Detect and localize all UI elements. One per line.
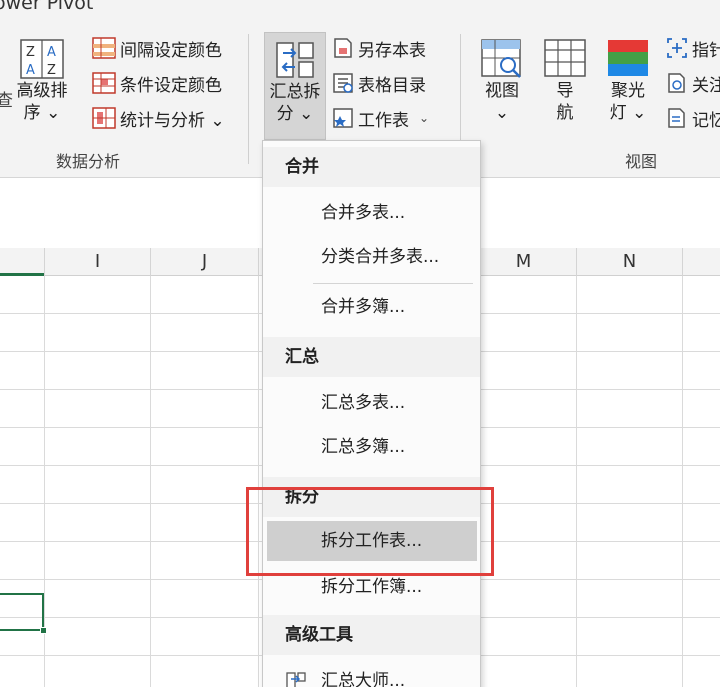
column-header-j[interactable]: J — [150, 248, 258, 276]
cut-off-label: 查 — [0, 91, 13, 111]
menu-item-summary-workbooks[interactable]: 汇总多簿... — [263, 427, 480, 467]
interval-color-button[interactable]: 间隔设定颜色 — [92, 34, 222, 62]
fill-handle[interactable] — [40, 627, 47, 634]
spotlight-label-2: 灯 ⌄ — [609, 103, 647, 123]
navigation-button[interactable]: 导 航 — [540, 38, 590, 124]
memory-doc-icon — [668, 108, 685, 128]
pointer-icon — [667, 38, 687, 58]
menu-header-merge: 合并 — [263, 147, 480, 187]
menu-item-merge-sheets[interactable]: 合并多表... — [263, 193, 480, 233]
worksheet-star-icon — [333, 108, 353, 128]
spotlight-label-1: 聚光 — [611, 81, 645, 101]
statistics-analysis-label: 统计与分析 ⌄ — [120, 110, 225, 131]
navigation-label-1: 导 — [556, 81, 574, 101]
conditional-color-label: 条件设定颜色 — [120, 75, 222, 96]
power-pivot-tab-label[interactable]: ower Pivot — [0, 0, 93, 14]
pointer-button[interactable]: 指针 — [666, 34, 720, 62]
summary-split-dropdown: 合并 合并多表... 分类合并多表... 合并多簿... 汇总 汇总多表... … — [262, 140, 481, 687]
summary-split-icon — [276, 42, 314, 78]
summary-split-label-1: 汇总拆 — [269, 82, 321, 102]
statistics-analysis-button[interactable]: 统计与分析 ⌄ — [92, 104, 225, 132]
view-caret: ⌄ — [494, 103, 510, 123]
menu-header-summary: 汇总 — [263, 337, 480, 377]
conditional-color-button[interactable]: 条件设定颜色 — [92, 69, 222, 97]
worksheet-label: 工作表 — [358, 110, 409, 131]
view-group-label: 视图 — [625, 152, 658, 171]
pointer-label: 指针 — [692, 40, 720, 61]
column-header-m[interactable]: M — [470, 248, 576, 276]
conditional-grid-icon — [92, 72, 116, 94]
menu-item-summary-sheets[interactable]: 汇总多表... — [263, 383, 480, 423]
sort-az-icon: Z A A Z — [20, 39, 64, 79]
selected-cell[interactable] — [0, 593, 44, 631]
highlight-annotation-box — [246, 487, 494, 576]
summary-split-label-2: 分 ⌄ — [276, 104, 314, 124]
memory-button[interactable]: 记忆 — [666, 104, 720, 132]
data-analysis-group-label: 数据分析 — [56, 152, 121, 171]
table-directory-icon — [333, 73, 353, 93]
svg-text:A: A — [47, 45, 56, 60]
view-label: 视图 — [485, 81, 519, 101]
column-header-n[interactable]: N — [576, 248, 682, 276]
worksheet-button[interactable]: 工作表 ⌄ — [332, 104, 429, 132]
column-header-h[interactable] — [0, 248, 44, 276]
grid-color-icon — [92, 37, 116, 59]
follow-doc-icon — [668, 73, 685, 93]
summary-master-label: 汇总大师... — [321, 671, 406, 687]
view-button[interactable]: 视图 ⌄ — [476, 38, 528, 124]
svg-text:A: A — [26, 63, 35, 78]
svg-text:Z: Z — [47, 63, 56, 78]
navigation-grid-icon — [544, 39, 586, 77]
svg-text:Z: Z — [26, 45, 35, 60]
advanced-sort-label-2: 序 ⌄ — [23, 103, 61, 123]
navigation-label-2: 航 — [556, 103, 574, 123]
view-magnifier-icon — [481, 39, 521, 78]
menu-item-merge-workbooks[interactable]: 合并多簿... — [263, 287, 480, 327]
spotlight-button[interactable]: 聚光 灯 ⌄ — [602, 38, 654, 124]
follow-label: 关注 — [692, 75, 720, 96]
memory-label: 记忆 — [692, 110, 720, 131]
table-directory-button[interactable]: 表格目录 — [332, 69, 426, 97]
table-directory-label: 表格目录 — [358, 75, 426, 96]
summary-master-icon — [286, 672, 306, 687]
summary-split-button[interactable]: 汇总拆 分 ⌄ — [264, 32, 326, 140]
menu-header-advanced-tools: 高级工具 — [263, 615, 480, 655]
save-sheet-button[interactable]: 另存本表 — [332, 34, 426, 62]
follow-button[interactable]: 关注 — [666, 69, 720, 97]
save-sheet-label: 另存本表 — [358, 40, 426, 61]
column-header-o[interactable] — [682, 248, 720, 276]
spotlight-icon — [608, 40, 648, 76]
menu-item-category-merge[interactable]: 分类合并多表... — [263, 237, 480, 277]
column-header-i[interactable]: I — [44, 248, 150, 276]
menu-item-summary-master[interactable]: 汇总大师... — [263, 661, 480, 687]
advanced-sort-button[interactable]: Z A A Z 高级排 序 ⌄ — [14, 38, 70, 124]
worksheet-caret: ⌄ — [419, 111, 430, 125]
group-separator — [248, 34, 249, 164]
advanced-sort-label-1: 高级排 — [16, 81, 68, 101]
save-copy-icon — [334, 38, 352, 58]
statistics-grid-icon — [92, 107, 116, 129]
interval-color-label: 间隔设定颜色 — [120, 40, 222, 61]
